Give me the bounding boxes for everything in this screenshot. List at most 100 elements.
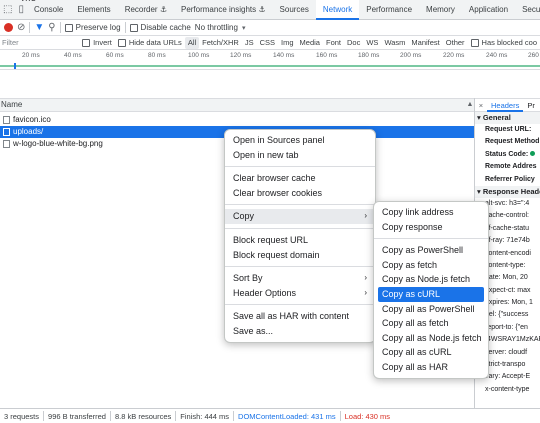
header-line: Request URL: [475,124,540,136]
chevron-right-icon: › [364,273,367,283]
chevron-down-icon[interactable]: ▾ [242,24,246,32]
timeline-waterfall-bar [0,65,540,67]
tab-performance-insights[interactable]: Performance insights ⚓ [174,0,273,20]
hide-data-urls-checkbox[interactable]: Hide data URLs [115,37,185,49]
header-line: Remote Addres [475,161,540,173]
type-filter-fetch-xhr[interactable]: Fetch/XHR [199,37,242,49]
request-count: 3 requests [4,411,40,421]
type-filter-css[interactable]: CSS [257,37,278,49]
response-headers-section-toggle[interactable]: ▾ Response Heade [475,185,540,198]
tab-security[interactable]: Security [515,0,540,20]
disable-cache-checkbox[interactable]: Disable cache [129,23,191,32]
header-key: Referrer Policy [485,175,535,183]
checkbox-icon [470,38,479,47]
type-filter-other[interactable]: Other [443,37,468,49]
type-filter-doc[interactable]: Doc [344,37,363,49]
scroll-up-icon[interactable]: ▲ [466,98,474,112]
menu-item-copy-all-as-nodejs-fetch[interactable]: Copy all as Node.js fetch [374,331,488,346]
menu-item-copy-all-as-fetch[interactable]: Copy all as fetch [374,316,488,331]
menu-item-header-options[interactable]: Header Options › [225,286,375,301]
timeline-overview[interactable]: 20 ms 40 ms 60 ms 80 ms 100 ms 120 ms 14… [0,50,540,70]
request-row[interactable]: favicon.ico [0,114,474,126]
menu-item-copy-as-curl[interactable]: Copy as cURL [378,286,484,302]
menu-item-clear-cache[interactable]: Clear browser cache [225,171,375,186]
throttling-select[interactable]: No throttling [195,23,238,32]
menu-item-block-url[interactable]: Block request URL [225,233,375,248]
menu-item-header-options-label: Header Options [233,287,297,298]
type-filter-js[interactable]: JS [242,37,257,49]
details-tabs: × Headers Pr [475,98,540,112]
timeline-tick: 160 ms [316,52,338,59]
tab-elements[interactable]: Elements [70,0,117,20]
close-icon[interactable]: × [475,101,487,110]
type-filter-wasm[interactable]: Wasm [381,37,408,49]
load-time: Load: 430 ms [344,411,391,421]
type-filter-img[interactable]: Img [278,37,297,49]
tab-memory[interactable]: Memory [419,0,462,20]
clear-icon[interactable]: ⊘ [17,22,25,33]
record-icon[interactable] [4,23,13,32]
menu-item-save-as[interactable]: Save as... [225,324,375,339]
tab-performance[interactable]: Performance [359,0,419,20]
disable-cache-label: Disable cache [140,23,191,32]
general-section-toggle[interactable]: ▾ General [475,112,540,124]
header-key: Request URL: [485,126,532,133]
menu-item-copy-as-fetch[interactable]: Copy as fetch [374,258,488,273]
header-line: Request Method [475,136,540,148]
header-key: Remote Addres [485,163,537,171]
image-file-icon [3,140,10,148]
header-line: Status Code: [475,149,540,161]
has-blocked-cookies-checkbox[interactable]: Has blocked coo [468,37,540,49]
menu-item-save-har[interactable]: Save all as HAR with content [225,309,375,324]
devtools-tabbar: ЛЮ ⬚ ▯ Console Elements Recorder ⚓ Perfo… [0,0,540,20]
toolbar-divider [59,22,61,33]
toolbar-divider [29,22,31,33]
type-filter-all[interactable]: All [184,36,200,49]
menu-item-copy-response[interactable]: Copy response [374,220,488,235]
type-filter-ws[interactable]: WS [363,37,381,49]
request-name: uploads/ [13,127,44,136]
menu-item-copy-as-nodejs-fetch[interactable]: Copy as Node.js fetch [374,272,488,287]
filter-input[interactable]: Filter [2,38,79,47]
type-filter-font[interactable]: Font [323,37,344,49]
type-filter-manifest[interactable]: Manifest [408,37,442,49]
cut-off-page-text: ЛЮ [22,0,37,3]
resources-size: 8.8 kB resources [114,411,172,421]
menu-item-block-domain[interactable]: Block request domain [225,248,375,263]
tab-network[interactable]: Network [315,0,360,20]
menu-item-open-in-sources[interactable]: Open in Sources panel [225,133,375,148]
menu-divider [225,304,375,306]
menu-item-sort-by-label: Sort By [233,273,263,284]
menu-item-copy[interactable]: Copy › [225,209,375,224]
menu-item-sort-by[interactable]: Sort By › [225,271,375,286]
filter-bar: Filter Invert Hide data URLs All Fetch/X… [0,36,540,50]
device-toolbar-icon[interactable]: ▯ [18,3,24,17]
menu-item-copy-as-powershell[interactable]: Copy as PowerShell [374,243,488,258]
has-blocked-cookies-label: Has blocked coo [481,37,537,47]
timeline-tick: 60 ms [106,52,124,59]
tab-application[interactable]: Application [462,0,515,20]
header-key: Request Method [485,138,540,146]
checkbox-icon [129,23,138,32]
search-icon[interactable]: ⚲ [48,22,55,33]
tab-preview[interactable]: Pr [523,99,539,112]
tab-sources[interactable]: Sources [273,0,316,20]
menu-item-copy-all-as-curl[interactable]: Copy all as cURL [374,345,488,360]
menu-item-clear-cookies[interactable]: Clear browser cookies [225,186,375,201]
menu-item-copy-all-as-powershell[interactable]: Copy all as PowerShell [374,302,488,317]
menu-item-copy-link-address[interactable]: Copy link address [374,205,488,220]
inspect-element-icon[interactable]: ⬚ [3,3,12,17]
request-name: w-logo-blue-white-bg.png [13,139,103,148]
filter-icon[interactable]: ▼ [34,22,44,33]
timeline-tick: 200 ms [400,52,422,59]
toolbar-divider [124,22,126,33]
column-header-name[interactable]: Name [0,98,474,112]
hide-data-urls-label: Hide data URLs [128,37,182,47]
preserve-log-checkbox[interactable]: Preserve log [64,23,121,32]
type-filter-media[interactable]: Media [297,37,323,49]
tab-headers[interactable]: Headers [487,99,524,112]
invert-checkbox[interactable]: Invert [79,37,115,49]
tab-recorder[interactable]: Recorder ⚓ [118,0,174,20]
menu-item-open-in-new-tab[interactable]: Open in new tab [225,148,375,163]
menu-item-copy-all-as-har[interactable]: Copy all as HAR [374,360,488,375]
